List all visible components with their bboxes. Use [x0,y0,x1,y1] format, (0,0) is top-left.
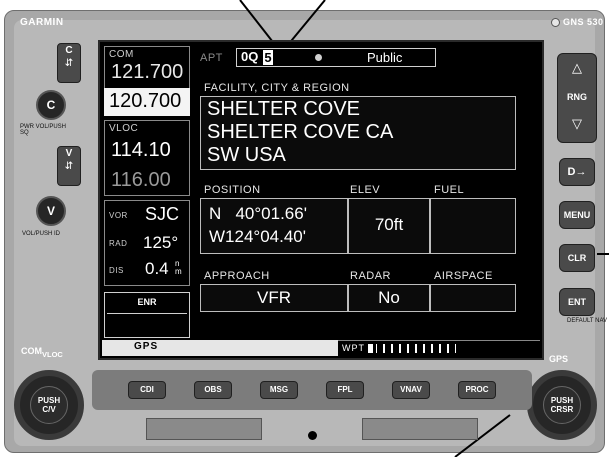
vloc-active-frequency: 114.10 [111,139,171,161]
softkey-vnav[interactable]: VNAV [392,381,430,399]
radar-box: No [348,284,430,312]
dis-value: 0.4 [145,259,169,278]
range-down-icon[interactable]: ▽ [558,116,596,132]
apt-type: Public [367,50,403,65]
comvloc-label-vloc: VLOC [42,349,63,359]
vloc-label: VLOC [109,123,139,134]
approach-label: APPROACH [204,270,270,282]
softkey-msg[interactable]: MSG [260,381,298,399]
enr-label: ENR [137,297,157,307]
com-label: COM [109,49,134,60]
radar-value: No [378,288,400,307]
display-screen: COM 121.700 120.700 VLOC 114.10 116.00 V… [98,40,544,360]
page-indicator-active [368,344,373,353]
gps-knob-caption: GPS [549,354,569,364]
slot-indicator-icon [308,431,317,440]
elev-value: 70ft [374,215,404,234]
airport-symbol-icon [315,54,322,61]
range-label: RNG [567,92,587,102]
menu-button[interactable]: MENU [559,201,595,229]
ent-button[interactable]: ENT [559,288,595,316]
card-slot-right [362,418,478,440]
wpt-label: WPT [342,343,365,353]
approach-value: VFR [257,288,291,307]
vloc-knob-label: V [46,204,55,218]
status-bar-left: GPS [102,340,338,356]
com-active-frequency: 120.700 [109,90,182,112]
rad-label: RAD [109,239,128,248]
rad-value: 125° [143,233,179,252]
status-bar-right: WPT [338,340,540,356]
vloc-knob-caption: VOL/PUSH ID [22,231,61,237]
nav-info-box: VOR SJC RAD 125° DIS 0.4 nm [104,200,190,286]
vor-value: SJC [145,204,180,224]
fuel-label: FUEL [434,184,465,196]
swap-arrows-icon: ⇵ [64,161,74,172]
facility-line-3: SW USA [207,144,286,166]
softkey-proc[interactable]: PROC [458,381,496,399]
range-up-icon[interactable]: △ [558,60,596,76]
clr-button[interactable]: CLR [559,244,595,272]
comvloc-label-com: COM [21,346,42,356]
apt-label: APT [200,52,223,64]
position-box: N 40°01.66' W124°04.40' [200,198,348,254]
airspace-label: AIRSPACE [434,270,493,282]
page-indicator-pages [376,344,456,353]
facility-line-1: SHELTER COVE [207,98,360,120]
approach-box: VFR [200,284,348,312]
com-vloc-knob-label: PUSH C/V [37,396,61,414]
apt-ident-prefix: 0Q [241,49,259,64]
fuel-box [430,198,516,254]
photocell-icon [551,18,560,27]
facility-box: SHELTER COVE SHELTER COVE CA SW USA [200,96,516,170]
gps-knob-label: PUSH CRSR [550,396,574,414]
softkey-cdi[interactable]: CDI [128,381,166,399]
com-active-frequency-box: 120.700 [104,88,190,116]
position-label: POSITION [204,184,261,196]
cdi-divider [107,313,187,314]
dis-unit: nm [175,260,182,276]
card-slot-left [146,418,262,440]
range-rocker[interactable]: △ RNG ▽ [557,53,597,143]
com-volume-knob[interactable]: C [36,90,66,120]
airspace-box [430,284,516,312]
apt-ident-box: 0Q 5 Public [236,48,436,67]
latitude: N 40°01.66' [209,204,307,223]
com-knob-caption: PWR VOL/PUSH SQ [20,124,67,136]
dis-label: DIS [109,266,124,275]
longitude: W124°04.40' [209,227,306,246]
vor-label: VOR [109,211,128,220]
vloc-flipflop-button[interactable]: V ⇵ [57,146,81,186]
direct-to-button[interactable]: D→ [559,158,595,186]
com-standby-frequency: 121.700 [111,61,184,83]
radar-label: RADAR [350,270,392,282]
com-knob-label: C [46,98,56,112]
model-label: GNS 530 [563,17,604,27]
gps-tuning-knob[interactable]: PUSH CRSR [527,370,597,440]
softkey-fpl[interactable]: FPL [326,381,364,399]
vloc-flipflop-label: V [65,148,73,159]
com-vloc-tuning-knob[interactable]: PUSH C/V [14,370,84,440]
facility-line-2: SHELTER COVE CA [207,121,394,143]
apt-ident-cursor[interactable]: 5 [263,50,273,65]
dis-unit-bottom: m [175,267,182,276]
default-nav-label: DEFAULT NAV [567,318,608,324]
softkey-obs[interactable]: OBS [194,381,232,399]
elev-label: ELEV [350,184,381,196]
com-flipflop-label: C [65,45,73,56]
com-flipflop-button[interactable]: C ⇵ [57,43,81,83]
brand-logo: GARMIN [20,17,64,28]
swap-arrows-icon: ⇵ [64,58,74,69]
gps-mode-label: GPS [134,341,159,352]
elev-box: 70ft [348,198,430,254]
vloc-volume-knob[interactable]: V [36,196,66,226]
vloc-frequency-box: VLOC 114.10 116.00 [104,120,190,196]
cdi-box: ENR [104,292,190,338]
facility-label: FACILITY, CITY & REGION [204,82,350,94]
vloc-standby-frequency: 116.00 [111,169,171,191]
comvloc-label: COMVLOC [21,346,63,359]
